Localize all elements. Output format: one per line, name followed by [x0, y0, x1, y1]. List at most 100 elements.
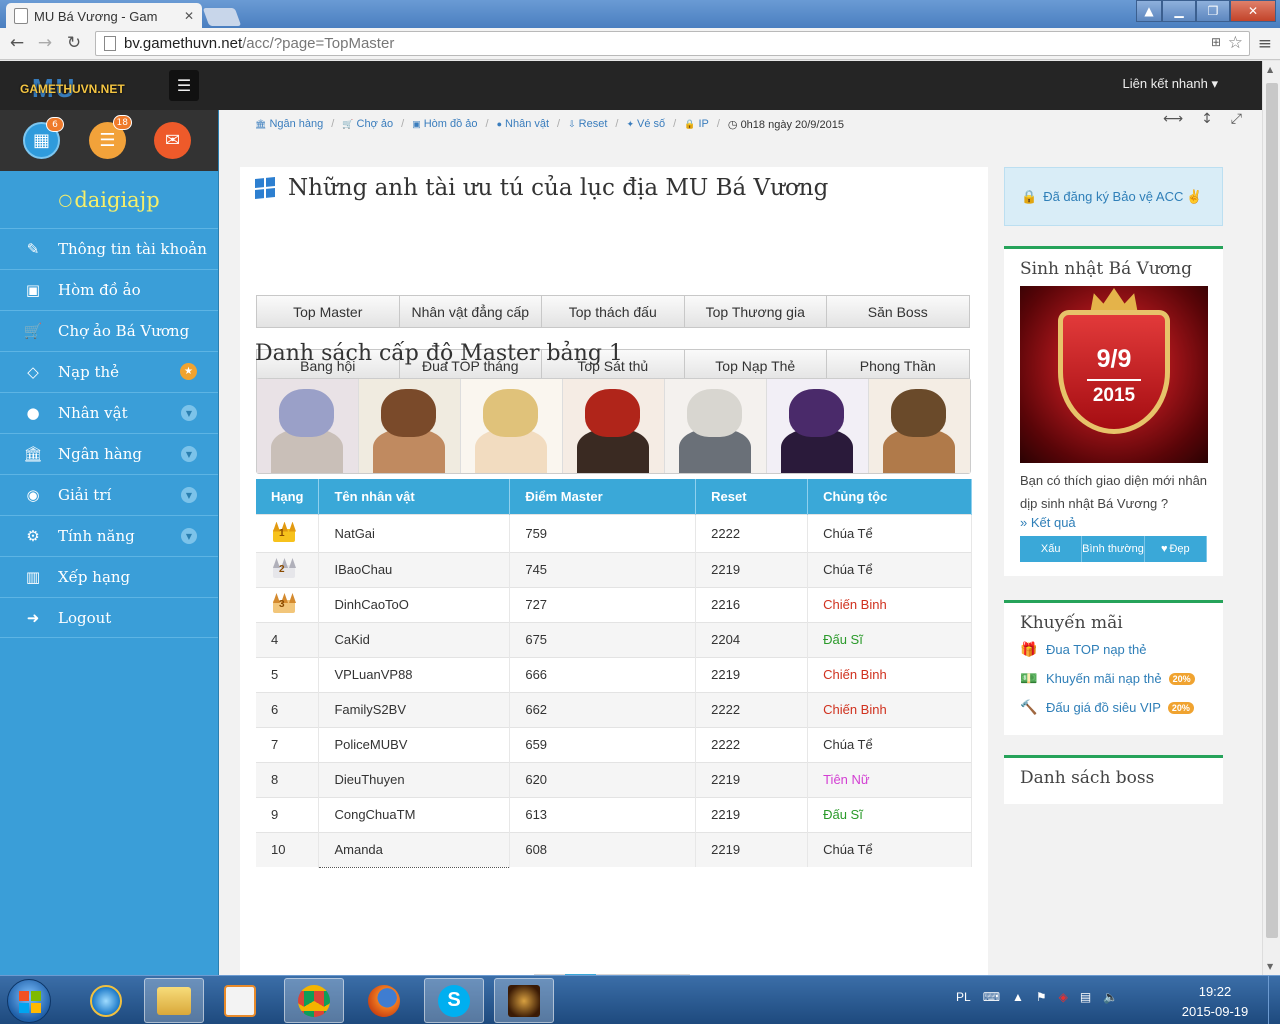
- tray-expand-icon[interactable]: ▲: [1012, 990, 1024, 1004]
- breadcrumb-link[interactable]: 🏛 Ngân hàng: [255, 118, 323, 131]
- quick-link-dropdown[interactable]: Liên kết nhanh ▾: [1123, 76, 1218, 92]
- minimize-button[interactable]: ▁: [1162, 0, 1196, 22]
- action-center-flag-icon[interactable]: ⚑: [1036, 990, 1047, 1004]
- promotion-link[interactable]: Đua TOP nạp thẻ: [1046, 642, 1146, 657]
- volume-muted-icon[interactable]: 🔈: [1103, 990, 1118, 1004]
- show-desktop-button[interactable]: [1268, 976, 1280, 1024]
- chat-icon[interactable]: ✉: [154, 122, 191, 159]
- chevron-down-icon[interactable]: ▼: [181, 487, 197, 503]
- start-button[interactable]: [7, 979, 51, 1023]
- chevron-down-icon[interactable]: ▼: [181, 446, 197, 462]
- fullscreen-icon[interactable]: ⤢: [1231, 111, 1242, 127]
- vote-normal-button[interactable]: Bình thường: [1082, 536, 1145, 562]
- reload-icon[interactable]: ↻: [63, 32, 85, 54]
- username[interactable]: ○ daigiajp: [0, 171, 218, 228]
- character-name-cell[interactable]: DinhCaoToO: [318, 586, 511, 622]
- firefox-icon[interactable]: [354, 978, 414, 1023]
- sidebar-item-nạp-thẻ[interactable]: ◇ Nạp thẻ ★: [0, 351, 218, 392]
- breadcrumb-link[interactable]: ✦ Vé số: [626, 118, 665, 131]
- scroll-up-icon[interactable]: ▲: [1267, 65, 1273, 74]
- chevron-down-icon[interactable]: ▼: [181, 528, 197, 544]
- reset-count-cell: 2222: [695, 726, 809, 762]
- sidebar-item-ngân-hàng[interactable]: 🏛 Ngân hàng ▼: [0, 433, 218, 474]
- character-name-cell[interactable]: FamilyS2BV: [318, 691, 511, 727]
- site-logo[interactable]: MU GAMETHUVN.NET: [20, 73, 142, 103]
- character-name-cell[interactable]: CongChuaTM: [318, 796, 511, 832]
- mu-game-icon[interactable]: [494, 978, 554, 1023]
- tab-top-thương-gia[interactable]: Top Thương gia: [683, 295, 827, 328]
- breadcrumb-link[interactable]: 🛒 Chợ ảo: [342, 118, 393, 131]
- scrollbar-thumb[interactable]: [1266, 83, 1278, 938]
- vote-beautiful-button[interactable]: ♥ Đẹp: [1144, 536, 1207, 562]
- antivirus-icon[interactable]: ◈: [1059, 990, 1068, 1004]
- character-name-cell[interactable]: IBaoChau: [318, 551, 511, 587]
- sidebar-item-tính-năng[interactable]: ⚙ Tính năng ▼: [0, 515, 218, 556]
- network-icon[interactable]: ▤: [1080, 990, 1091, 1004]
- browser-tab[interactable]: MU Bá Vương - Gam ✕: [6, 3, 202, 29]
- calendar-icon[interactable]: ▦ 6: [23, 117, 64, 159]
- bookmark-star-icon[interactable]: ☆: [1228, 33, 1243, 53]
- user-icon[interactable]: ▲: [1136, 0, 1162, 22]
- sidebar-item-label: Giải trí: [58, 486, 112, 504]
- character-name-cell[interactable]: DieuThuyen: [318, 761, 511, 797]
- character-name-cell[interactable]: Amanda: [318, 831, 511, 868]
- close-tab-icon[interactable]: ✕: [184, 9, 194, 23]
- column-header[interactable]: Hạng: [256, 479, 320, 514]
- tab-săn-boss[interactable]: Săn Boss: [826, 295, 970, 328]
- forward-icon[interactable]: →: [34, 32, 56, 54]
- sidebar-item-chợ-ảo-bá-vương[interactable]: 🛒 Chợ ảo Bá Vương: [0, 310, 218, 351]
- sidebar-item-xếp-hạng[interactable]: ▥ Xếp hạng: [0, 556, 218, 597]
- new-tab-button[interactable]: [202, 8, 242, 26]
- character-head: [687, 389, 742, 437]
- breadcrumb-link[interactable]: ● Nhân vật: [497, 118, 549, 131]
- sidebar-item-hòm-đồ-ảo[interactable]: ▣ Hòm đồ ảo: [0, 269, 218, 310]
- character-name-cell[interactable]: NatGai: [318, 513, 511, 552]
- sidebar-item-thông-tin-tài-khoản[interactable]: ✎ Thông tin tài khoản: [0, 228, 218, 269]
- list-icon[interactable]: ☰ 18: [89, 115, 132, 159]
- maximize-button[interactable]: ❐: [1196, 0, 1230, 22]
- sidebar-item-nhân-vật[interactable]: ● Nhân vật ▼: [0, 392, 218, 433]
- skype-icon[interactable]: S: [424, 978, 484, 1023]
- internet-explorer-icon[interactable]: [76, 978, 136, 1023]
- promotion-link[interactable]: Khuyến mãi nạp thẻ: [1046, 671, 1162, 686]
- scroll-down-icon[interactable]: ▼: [1267, 962, 1273, 971]
- tab-top-thách-đấu[interactable]: Top thách đấu: [541, 295, 685, 328]
- tab-top-master[interactable]: Top Master: [256, 295, 400, 328]
- main-panel: Những anh tài ưu tú của lục địa MU Bá Vư…: [240, 167, 988, 975]
- character-name-cell[interactable]: VPLuanVP88: [318, 656, 511, 692]
- translate-icon[interactable]: ⊞: [1211, 35, 1221, 49]
- hamburger-menu-icon[interactable]: ☰: [169, 70, 199, 101]
- character-name-cell[interactable]: CaKid: [318, 621, 511, 657]
- breadcrumb-link[interactable]: ⇩ Reset: [568, 118, 607, 131]
- character-head: [891, 389, 946, 437]
- file-explorer-icon[interactable]: [144, 978, 204, 1023]
- column-header[interactable]: Tên nhân vật: [318, 479, 511, 514]
- media-player-icon[interactable]: [210, 978, 270, 1023]
- character-name-cell[interactable]: PoliceMUBV: [318, 726, 511, 762]
- close-window-button[interactable]: ✕: [1230, 0, 1276, 22]
- column-header[interactable]: Chủng tộc: [807, 479, 972, 514]
- promotion-link[interactable]: Đấu giá đồ siêu VIP: [1046, 700, 1161, 715]
- address-bar[interactable]: bv.gamethuvn.net/acc/?page=TopMaster ⊞ ☆: [95, 31, 1250, 56]
- sidebar-item-giải-trí[interactable]: ◉ Giải trí ▼: [0, 474, 218, 515]
- poll-results-link[interactable]: » Kết quả: [1020, 515, 1076, 530]
- page-scrollbar[interactable]: ▲ ▼: [1262, 61, 1280, 975]
- sidebar-item-logout[interactable]: ➜ Logout: [0, 597, 218, 638]
- keyboard-icon[interactable]: ⌨: [983, 990, 1000, 1004]
- chrome-icon[interactable]: [284, 978, 344, 1023]
- breadcrumb-link[interactable]: ▣ Hòm đồ ảo: [412, 118, 477, 131]
- column-header[interactable]: Reset: [695, 479, 809, 514]
- vote-ugly-button[interactable]: Xấu: [1020, 536, 1083, 562]
- tab-nhân-vật-đẳng-cấp[interactable]: Nhân vật đẳng cấp: [398, 295, 542, 328]
- language-indicator[interactable]: PL: [956, 990, 971, 1004]
- column-header[interactable]: Điểm Master: [509, 479, 697, 514]
- back-icon[interactable]: ←: [6, 32, 28, 54]
- horizontal-resize-icon[interactable]: ⟷: [1163, 111, 1183, 127]
- page-title-text: Những anh tài ưu tú của lục địa MU Bá Vư…: [288, 175, 829, 201]
- vertical-resize-icon[interactable]: ↕: [1201, 111, 1213, 127]
- system-clock[interactable]: 19:22 2015-09-19: [1172, 982, 1258, 1022]
- browser-menu-icon[interactable]: ≡: [1258, 34, 1272, 54]
- breadcrumb-link[interactable]: 🔒 IP: [684, 118, 709, 131]
- chevron-down-icon[interactable]: ▼: [181, 405, 197, 421]
- browser-toolbar: ← → ↻ bv.gamethuvn.net/acc/?page=TopMast…: [0, 28, 1280, 60]
